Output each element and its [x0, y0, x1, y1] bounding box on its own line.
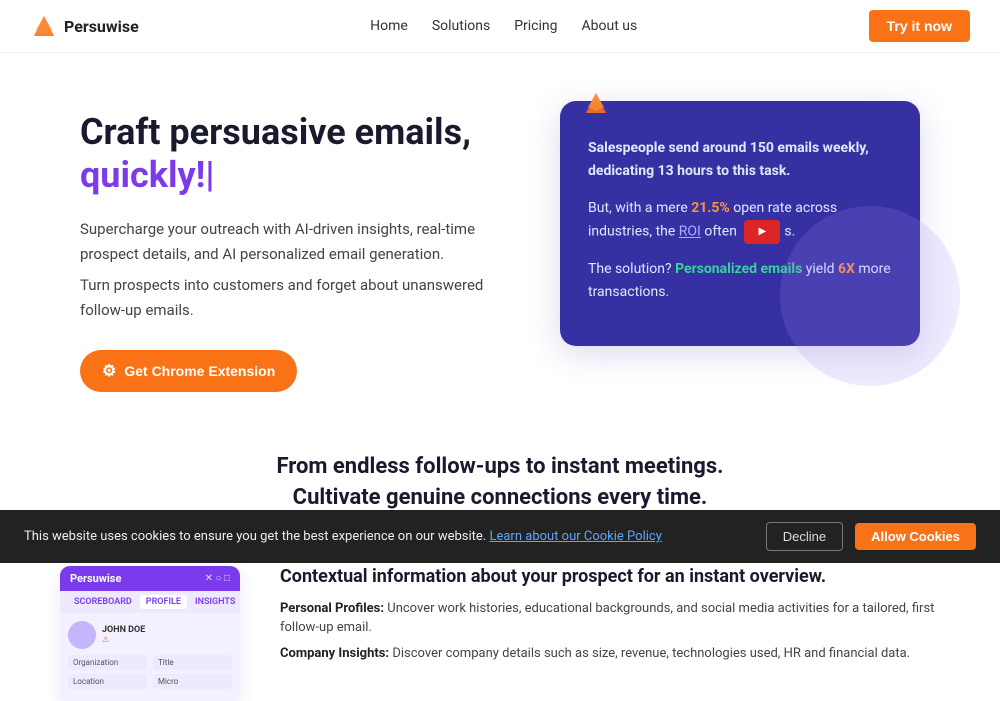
app-fields-2: Location Micro: [68, 674, 232, 689]
bottom-preview: Persuwise ✕ ○ □ SCOREBOARD PROFILE INSIG…: [0, 556, 1000, 701]
bottom-text-title: Contextual information about your prospe…: [280, 566, 940, 587]
nav-pricing[interactable]: Pricing: [514, 18, 557, 34]
bottom-item-company: Company Insights: Discover company detai…: [280, 644, 940, 664]
app-preview-widget: Persuwise ✕ ○ □ SCOREBOARD PROFILE INSIG…: [60, 566, 240, 701]
hero-description: Supercharge your outreach with AI-driven…: [80, 217, 500, 322]
hero-right: Salespeople send around 150 emails weekl…: [560, 101, 920, 346]
hero-card: Salespeople send around 150 emails weekl…: [560, 101, 920, 346]
hero-desc-line1: Supercharge your outreach with AI-driven…: [80, 217, 500, 267]
app-preview-tabs: SCOREBOARD PROFILE INSIGHTS GENERATE: [60, 591, 240, 613]
brand-name: Persuwise: [64, 17, 139, 36]
chrome-extension-button[interactable]: ⚙ Get Chrome Extension: [80, 350, 297, 392]
middle-title: From endless follow-ups to instant meeti…: [40, 452, 960, 514]
profile-name: JOHN DOE: [102, 625, 145, 635]
app-profile-row: JOHN DOE ⚠: [68, 621, 232, 649]
hero-section: Craft persuasive emails, quickly!| Super…: [0, 53, 1000, 432]
nav-solutions[interactable]: Solutions: [432, 18, 490, 34]
card-stat2: But, with a mere 21.5% open rate across …: [588, 197, 892, 244]
cookie-banner: This website uses cookies to ensure you …: [0, 510, 1000, 563]
card-stat1: Salespeople send around 150 emails weekl…: [588, 137, 892, 183]
cookie-allow-button[interactable]: Allow Cookies: [855, 523, 976, 550]
video-thumbnail[interactable]: [744, 220, 780, 244]
app-preview-content: JOHN DOE ⚠ Organization Title Location M…: [60, 613, 240, 701]
tab-profile[interactable]: PROFILE: [140, 595, 187, 609]
hero-left: Craft persuasive emails, quickly!| Super…: [80, 101, 500, 392]
chrome-extension-label: Get Chrome Extension: [124, 363, 275, 379]
hero-title-line1: Craft persuasive emails,: [80, 111, 471, 153]
hero-title-line2: quickly!|: [80, 154, 214, 196]
field-location: Location: [68, 674, 147, 689]
hero-desc-line2: Turn prospects into customers and forget…: [80, 273, 500, 323]
hero-cta-wrap: ⚙ Get Chrome Extension: [80, 350, 500, 392]
bottom-item-profiles: Personal Profiles: Uncover work historie…: [280, 599, 940, 638]
nav-about[interactable]: About us: [582, 18, 638, 34]
app-preview-bar: Persuwise ✕ ○ □: [60, 566, 240, 591]
field-title: Title: [153, 655, 232, 670]
field-organization: Organization: [68, 655, 147, 670]
cookie-text: This website uses cookies to ensure you …: [24, 529, 754, 544]
card-stat3: The solution? Personalized emails yield …: [588, 258, 892, 304]
app-preview-logo: Persuwise: [70, 572, 121, 585]
bottom-text: Contextual information about your prospe…: [280, 566, 940, 670]
navbar: Persuwise Home Solutions Pricing About u…: [0, 0, 1000, 53]
nav-links: Home Solutions Pricing About us: [370, 18, 637, 34]
logo[interactable]: Persuwise: [30, 12, 139, 40]
cookie-decline-button[interactable]: Decline: [766, 522, 843, 551]
nav-cta-button[interactable]: Try it now: [869, 10, 970, 42]
app-fields: Organization Title: [68, 655, 232, 670]
tab-scoreboard[interactable]: SCOREBOARD: [68, 595, 138, 609]
field-micro: Micro: [153, 674, 232, 689]
alert-icon: ⚠: [102, 635, 145, 644]
avatar: [68, 621, 96, 649]
tab-insights[interactable]: INSIGHTS: [189, 595, 240, 609]
cookie-policy-link[interactable]: Learn about our Cookie Policy: [489, 529, 661, 544]
card-logo-icon: [582, 89, 610, 117]
logo-icon: [30, 12, 58, 40]
gear-icon: ⚙: [102, 361, 116, 381]
hero-title: Craft persuasive emails, quickly!|: [80, 111, 500, 197]
nav-home[interactable]: Home: [370, 18, 408, 34]
